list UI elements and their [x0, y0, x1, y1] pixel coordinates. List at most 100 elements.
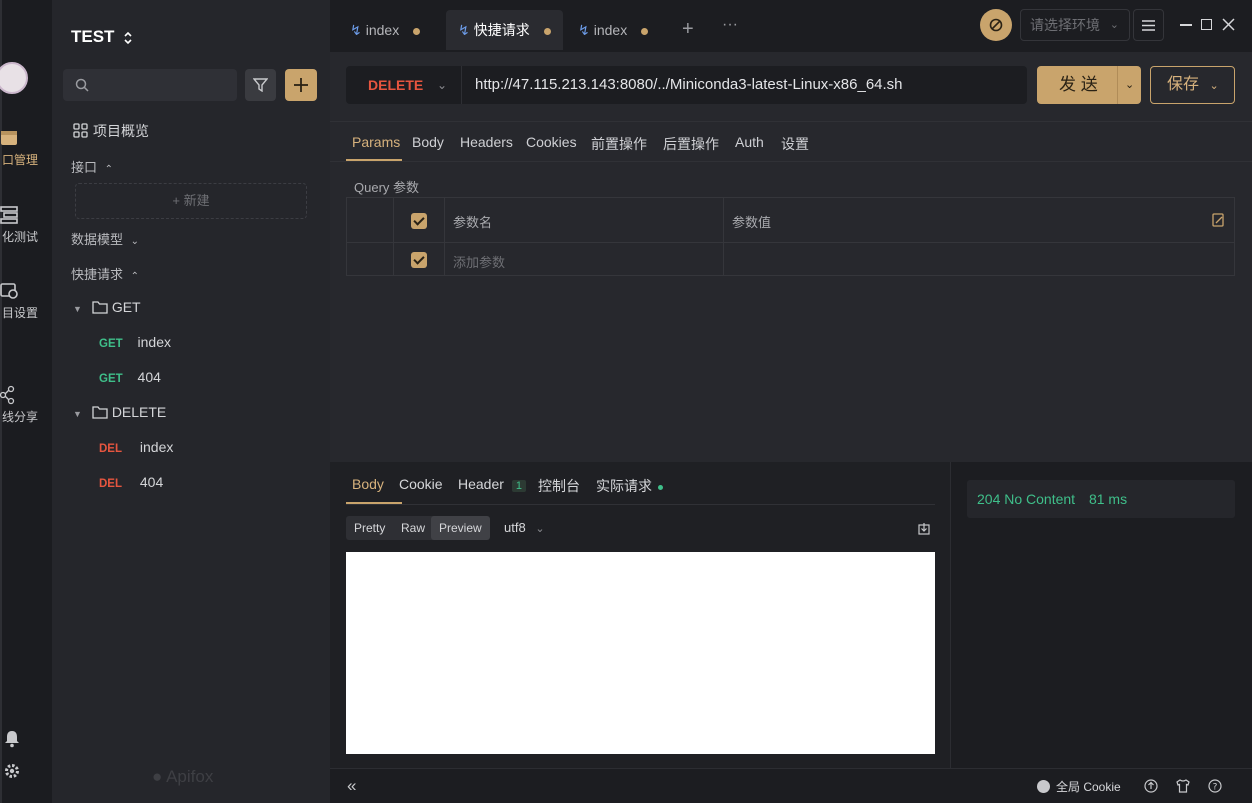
tab-pre-processors[interactable]: 前置操作 — [591, 134, 647, 154]
chevron-down-icon: ⌄ — [1209, 80, 1219, 92]
env-placeholder: 请选择环境 — [1030, 17, 1100, 33]
col-header-name: 参数名 — [453, 215, 493, 230]
tab-index-1[interactable]: ↯ index — [338, 10, 432, 50]
bulk-edit-icon[interactable] — [1212, 213, 1225, 227]
method-badge: DEL — [99, 443, 122, 455]
url-bar: DELETE ⌄ http://47.115.213.143:8080/../M… — [346, 66, 1027, 104]
resp-tab-actual-request[interactable]: 实际请求 — [596, 476, 663, 496]
project-switcher[interactable]: TEST — [71, 27, 133, 47]
help-icon[interactable]: ? — [1208, 779, 1222, 793]
format-pretty[interactable]: Pretty — [346, 516, 393, 540]
unsaved-dot — [641, 27, 649, 35]
folder-delete[interactable]: ▼ DELETE — [73, 404, 166, 420]
status-text: 204 No Content — [977, 491, 1076, 507]
new-label: 新建 — [183, 193, 210, 208]
new-tab-plus-icon[interactable]: + — [682, 18, 694, 41]
send-button[interactable]: 发 送 ⌄ — [1037, 66, 1141, 104]
request-name: 404 — [137, 369, 161, 385]
col-divider — [444, 198, 445, 275]
add-param-input[interactable]: 添加参数 — [453, 252, 505, 271]
rail-item-auto-test[interactable]: 化测试 — [0, 205, 46, 245]
more-tabs-icon[interactable]: ··· — [722, 16, 738, 34]
rail-item-api-manage[interactable]: 口管理 — [1, 128, 46, 168]
tree-item-overview[interactable]: 项目概览 — [73, 121, 149, 141]
add-button[interactable] — [285, 69, 317, 101]
settings-gear-icon[interactable] — [4, 763, 20, 779]
method-select[interactable]: DELETE ⌄ — [346, 66, 462, 104]
resp-tab-cookie[interactable]: Cookie — [399, 476, 443, 492]
resp-tab-body[interactable]: Body — [352, 476, 384, 492]
resp-tab-header[interactable]: Header 1 — [458, 476, 526, 492]
tab-post-processors[interactable]: 后置操作 — [663, 134, 719, 154]
rail-item-share[interactable]: 线分享 — [0, 385, 46, 425]
encoding-select[interactable]: utf8 ⌄ — [504, 520, 545, 535]
close-icon[interactable] — [1222, 18, 1235, 31]
global-cookie-button[interactable]: 全局 Cookie — [1037, 778, 1121, 795]
tab-headers[interactable]: Headers — [460, 134, 513, 150]
tab-auth[interactable]: Auth — [735, 134, 764, 150]
search-icon — [75, 78, 89, 92]
format-raw[interactable]: Raw — [393, 516, 433, 540]
tab-index-2[interactable]: ↯ index — [566, 10, 660, 50]
method-badge: GET — [99, 373, 123, 385]
upload-icon[interactable] — [1144, 779, 1158, 793]
folder-get[interactable]: ▼ GET — [73, 299, 141, 315]
sync-button[interactable] — [980, 9, 1012, 41]
logo-text: Apifox — [166, 767, 214, 786]
tab-body[interactable]: Body — [412, 134, 444, 150]
response-meta-panel: 204 No Content 81 ms — [950, 462, 1252, 768]
section-label: 接口 — [71, 160, 98, 175]
request-name: 404 — [139, 474, 164, 490]
chevron-down-icon: ⌄ — [1109, 19, 1119, 31]
send-options-dropdown[interactable]: ⌄ — [1117, 66, 1141, 104]
section-quick-requests[interactable]: 快捷请求 ⌃ — [71, 264, 139, 283]
rail-item-project-settings[interactable]: 目设置 — [0, 281, 46, 321]
request-item[interactable]: DEL index — [99, 439, 173, 455]
avatar[interactable] — [0, 62, 28, 94]
cookie-icon — [1037, 780, 1050, 793]
left-rail: 口管理 化测试 目设置 线分享 — [0, 0, 52, 803]
url-input[interactable]: http://47.115.213.143:8080/../Miniconda3… — [475, 66, 903, 104]
apifox-logo: ● Apifox — [152, 767, 213, 787]
maximize-icon[interactable] — [1201, 19, 1212, 30]
rail-item-label: 目设置 — [2, 306, 39, 320]
col-divider — [723, 198, 724, 275]
unsaved-dot — [413, 27, 421, 35]
project-tree-panel: TEST 项目概览 接口 ⌃ + 新建 数据模型 ⌄ 快捷请求 ⌃ ▼ GET … — [52, 0, 330, 803]
project-settings-icon — [0, 283, 18, 299]
chevron-down-icon: ⌄ — [436, 78, 447, 92]
row-checkbox[interactable] — [411, 252, 427, 268]
format-preview[interactable]: Preview — [431, 516, 490, 540]
env-select[interactable]: 请选择环境 ⌄ — [1020, 9, 1130, 41]
request-item[interactable]: DEL 404 — [99, 474, 163, 490]
download-icon[interactable] — [918, 522, 930, 535]
resp-tab-console[interactable]: 控制台 — [538, 476, 580, 496]
menu-button[interactable] — [1133, 9, 1164, 41]
request-item[interactable]: GET index — [99, 334, 171, 350]
tab-cookies[interactable]: Cookies — [526, 134, 577, 150]
bell-icon[interactable] — [4, 730, 20, 748]
shirt-icon[interactable] — [1176, 779, 1190, 793]
filter-button[interactable] — [245, 69, 276, 101]
select-all-checkbox[interactable] — [411, 213, 427, 229]
row-divider — [347, 242, 1234, 243]
new-interface-button[interactable]: + 新建 — [75, 183, 307, 219]
divider — [330, 121, 1252, 122]
tree-search-input[interactable] — [63, 69, 237, 101]
bolt-icon: ↯ — [458, 22, 470, 38]
minimize-icon[interactable] — [1180, 24, 1192, 26]
save-button[interactable]: 保存 ⌄ — [1150, 66, 1235, 104]
tab-quick-request[interactable]: ↯ 快捷请求 — [446, 10, 563, 50]
tab-params[interactable]: Params — [352, 134, 400, 150]
tab-settings[interactable]: 设置 — [781, 134, 809, 154]
save-label: 保存 — [1167, 76, 1200, 93]
section-data-models[interactable]: 数据模型 ⌄ — [71, 229, 139, 248]
section-interfaces[interactable]: 接口 ⌃ — [71, 157, 113, 176]
overview-label: 项目概览 — [93, 123, 149, 139]
method-badge: GET — [99, 338, 123, 350]
response-time: 81 ms — [1088, 491, 1128, 507]
collapse-sidebar-icon[interactable]: « — [347, 776, 356, 796]
request-editor: DELETE ⌄ http://47.115.213.143:8080/../M… — [330, 52, 1252, 768]
request-item[interactable]: GET 404 — [99, 369, 161, 385]
folder-label: DELETE — [111, 404, 167, 420]
